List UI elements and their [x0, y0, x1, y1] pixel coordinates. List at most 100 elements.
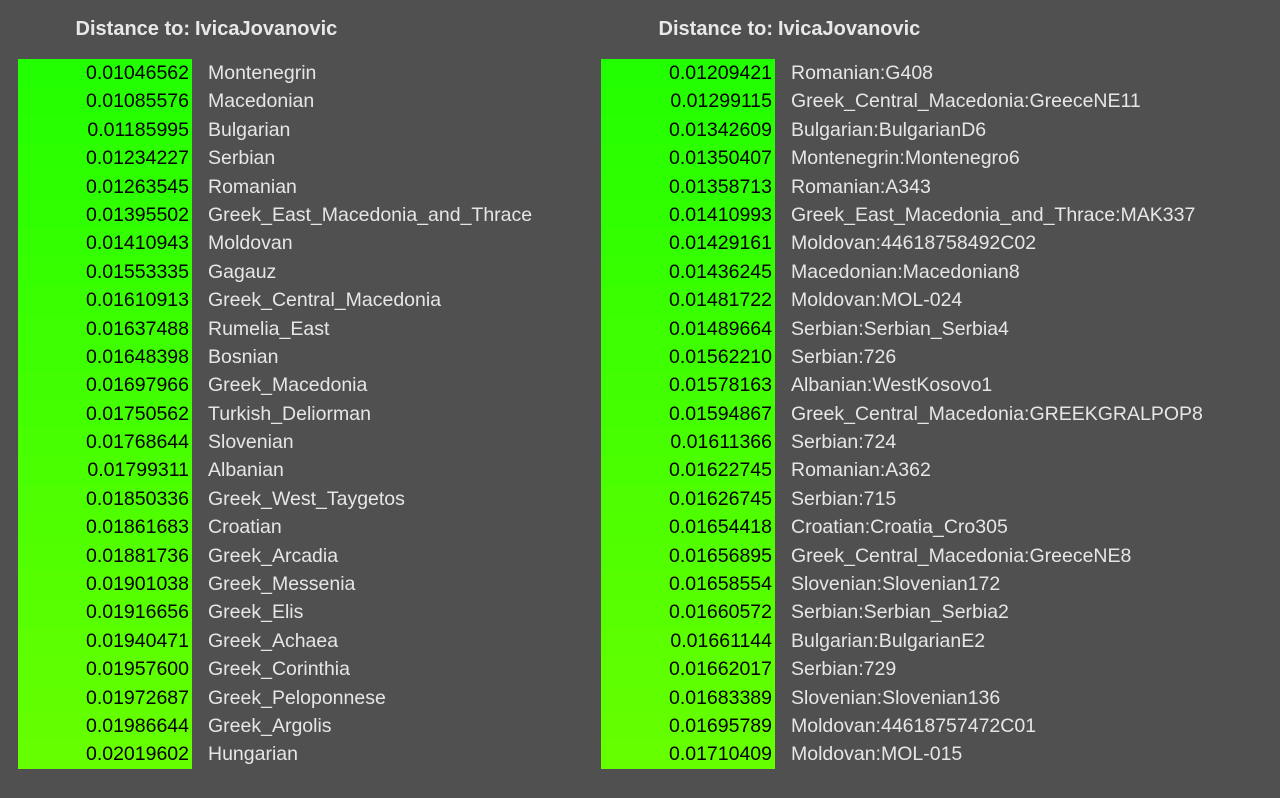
distance-value-text: 0.01940471	[85, 629, 189, 652]
population-name: Serbian:724	[791, 431, 897, 454]
distance-value: 0.01881736	[18, 541, 192, 571]
population-name: Greek_East_Macedonia_and_Thrace:MAK337	[791, 203, 1196, 226]
distance-value-text: 0.01850336	[85, 487, 189, 510]
distance-value: 0.01660572	[601, 598, 775, 627]
distance-value: 0.01986644	[18, 711, 192, 741]
distance-value-text: 0.01350407	[668, 147, 772, 170]
distance-value-text: 0.01611366	[670, 431, 772, 454]
population-name: Moldovan:MOL-024	[791, 289, 963, 312]
distance-value-text: 0.01683389	[668, 686, 772, 709]
distance-value-text: 0.01263545	[85, 175, 189, 198]
distance-value: 0.01610913	[18, 286, 192, 315]
population-name: Macedonian:Macedonian8	[791, 260, 1020, 283]
list-item: 0.01562210 Serbian:726	[601, 342, 1280, 372]
population-name: Macedonian	[208, 90, 315, 113]
distance-value: 0.01710409	[601, 740, 775, 769]
population-name: Greek_Central_Macedonia:GREEKGRALPOP8	[791, 402, 1203, 425]
population-name: Bulgarian:BulgarianE2	[791, 629, 986, 652]
distance-value-text: 0.01661144	[670, 629, 772, 652]
distance-value: 0.01637488	[18, 314, 192, 343]
population-name: Greek_Macedonia	[208, 374, 368, 397]
population-name: Greek_Central_Macedonia:GreeceNE11	[791, 90, 1141, 113]
distance-value: 0.01594867	[601, 399, 775, 429]
population-name: Slovenian:Slovenian172	[791, 573, 1001, 596]
distance-value-text: 0.01410993	[668, 203, 772, 226]
population-name: Bulgarian	[208, 118, 291, 141]
distance-value: 0.01957600	[18, 655, 192, 684]
list-item: 0.01358713 Romanian:A343	[601, 172, 1280, 201]
list-item: 0.01410993 Greek_East_Macedonia_and_Thrac…	[601, 200, 1280, 230]
population-name: Hungarian	[208, 743, 298, 766]
distance-value: 0.01940471	[18, 626, 192, 656]
population-name: Greek_Elis	[208, 601, 304, 624]
distance-value-text: 0.01658554	[668, 573, 772, 596]
distance-value: 0.01358713	[601, 172, 775, 201]
population-name: Moldovan:44618758492C02	[791, 232, 1037, 255]
list-item: 0.01429161 Moldovan:44618758492C02	[601, 229, 1280, 258]
list-item: 0.01654418 Croatian:Croatia_Cro305	[601, 513, 1280, 542]
distance-value: 0.01046562	[18, 59, 192, 88]
distance-value-text: 0.01395502	[85, 203, 189, 226]
population-name: Greek_West_Taygetos	[208, 487, 405, 510]
list-item: 0.01342609 Bulgarian:BulgarianD6	[601, 115, 1280, 145]
distance-value-text: 0.01654418	[668, 516, 772, 539]
left-header: Distance to: IvicaJovanovic	[0, 18, 600, 44]
list-item: 0.01626745 Serbian:715	[601, 484, 1280, 514]
distance-value-text: 0.01489664	[668, 317, 772, 340]
distance-value-text: 0.01710409	[668, 743, 772, 766]
distance-value: 0.01654418	[601, 513, 775, 542]
list-item: 0.01622745 Romanian:A362	[601, 456, 1280, 485]
population-name: Albanian	[208, 459, 284, 482]
population-name: Romanian:A362	[791, 459, 931, 482]
distance-value-text: 0.01957600	[85, 658, 189, 681]
population-name: Greek_Achaea	[208, 629, 339, 652]
distance-value: 0.01861683	[18, 513, 192, 542]
list-item: 0.01710409 Moldovan:MOL-015	[601, 740, 1280, 769]
distance-value-text: 0.01697966	[85, 374, 189, 397]
distance-value: 0.01553335	[18, 257, 192, 287]
distance-value-text: 0.01622745	[668, 459, 772, 482]
list-item: 0.01695789 Moldovan:44618757472C01	[601, 711, 1280, 741]
population-name: Bulgarian:BulgarianD6	[791, 118, 987, 141]
population-name: Moldovan:MOL-015	[791, 743, 963, 766]
distance-value: 0.01342609	[601, 115, 775, 145]
right-results-list: 0.01209421 Romanian:G408 0.01299115 Greek_C…	[601, 59, 1280, 769]
population-name: Turkish_Deliorman	[208, 402, 371, 425]
distance-value-text: 0.01429161	[668, 232, 772, 255]
distance-value: 0.01299115	[601, 87, 775, 116]
distance-value-text: 0.01768644	[85, 431, 189, 454]
distance-value: 0.01350407	[601, 144, 775, 173]
distance-value-text: 0.01046562	[85, 62, 189, 84]
distance-value-text: 0.01185995	[87, 118, 189, 141]
distance-value-text: 0.01358713	[668, 175, 772, 198]
distance-value-text: 0.01695789	[668, 714, 772, 737]
distance-value: 0.01489664	[601, 314, 775, 343]
list-item: 0.01683389 Slovenian:Slovenian136	[601, 683, 1280, 712]
list-item: 0.01658554 Slovenian:Slovenian172	[601, 570, 1280, 599]
distance-value: 0.01410943	[18, 229, 192, 258]
population-name: Romanian	[208, 175, 297, 198]
list-item: 0.01350407 Montenegrin:Montenegro6	[601, 144, 1280, 173]
list-item: 0.01594867 Greek_Central_Macedonia:GREEKG…	[601, 399, 1280, 429]
distance-value-text: 0.01750562	[85, 402, 189, 425]
distance-value: 0.01209421	[601, 59, 775, 88]
distance-value: 0.01658554	[601, 570, 775, 599]
distance-value: 0.01656895	[601, 541, 775, 571]
distance-value-text: 0.01594867	[668, 402, 772, 425]
distance-value-text: 0.01656895	[668, 544, 772, 567]
population-name: Croatian	[208, 516, 282, 539]
distance-value-text: 0.01578163	[668, 374, 772, 397]
distance-value-text: 0.01299115	[670, 90, 772, 113]
distance-value: 0.01648398	[18, 342, 192, 372]
distance-value: 0.01683389	[601, 683, 775, 712]
distance-value: 0.01799311	[18, 456, 192, 485]
distance-value: 0.01578163	[601, 371, 775, 400]
distance-value: 0.01263545	[18, 172, 192, 201]
population-name: Serbian:Serbian_Serbia2	[791, 601, 1009, 624]
population-name: Moldovan:44618757472C01	[791, 714, 1037, 737]
population-name: Rumelia_East	[208, 317, 330, 340]
population-name: Montenegrin	[208, 62, 317, 84]
right-header-name: IvicaJovanovic	[778, 18, 921, 40]
distance-value: 0.01697966	[18, 371, 192, 400]
distance-value: 0.01622745	[601, 456, 775, 485]
